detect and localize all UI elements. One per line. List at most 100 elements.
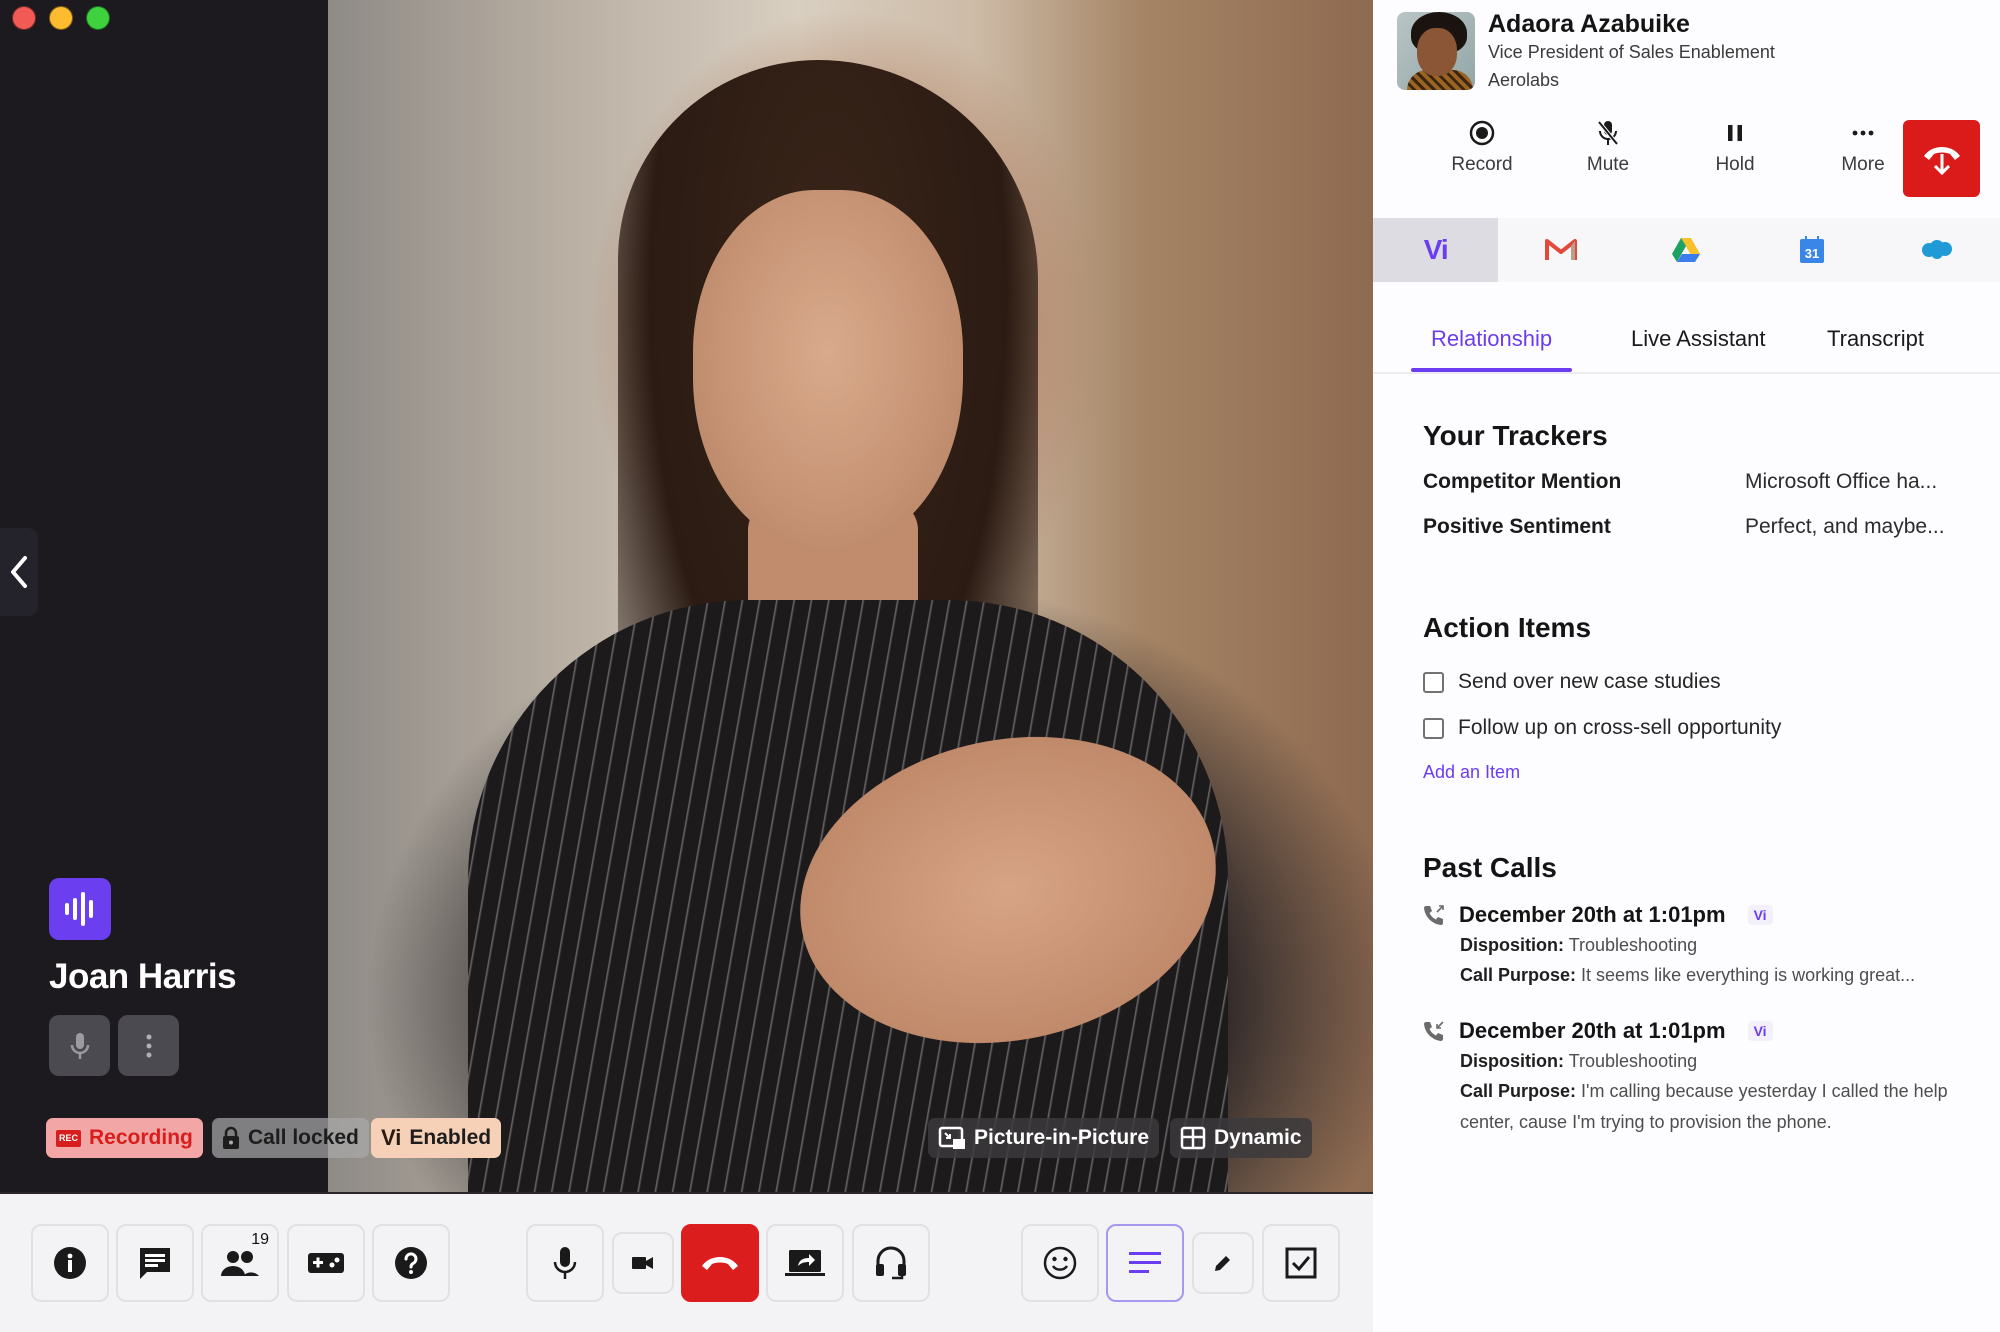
action-item: Send over new case studies xyxy=(1423,670,1721,694)
svg-text:31: 31 xyxy=(1805,246,1819,261)
microphone-icon xyxy=(70,1032,89,1059)
tab-live-assistant[interactable]: Live Assistant xyxy=(1631,326,1766,370)
vi-enabled-label: Enabled xyxy=(409,1126,492,1149)
info-button[interactable] xyxy=(31,1224,109,1302)
contact-company: Aerolabs xyxy=(1488,70,1560,90)
help-button[interactable] xyxy=(372,1224,450,1302)
action-item-checkbox[interactable] xyxy=(1423,717,1444,739)
call-toolbar: 19 xyxy=(0,1192,1373,1332)
participants-count: 19 xyxy=(251,1231,269,1248)
google-drive-icon xyxy=(1672,238,1701,262)
more-label: More xyxy=(1841,154,1885,175)
hang-up-transfer-icon xyxy=(1923,146,1960,175)
vi-logo-icon: Vi xyxy=(381,1125,402,1150)
share-screen-button[interactable] xyxy=(766,1224,844,1302)
notes-icon xyxy=(1129,1252,1161,1273)
contact-title: Vice President of Sales Enablement xyxy=(1488,42,1775,62)
recording-label: Recording xyxy=(89,1126,193,1149)
integration-salesforce[interactable] xyxy=(1875,218,2000,282)
info-icon xyxy=(54,1247,86,1279)
hold-button[interactable]: Hold xyxy=(1685,120,1785,176)
gmail-icon xyxy=(1545,239,1578,260)
dynamic-layout-label: Dynamic xyxy=(1214,1126,1302,1149)
contact-avatar xyxy=(1397,12,1475,90)
vi-tag: Vi xyxy=(1747,905,1773,925)
tracker-value: Microsoft Office ha... xyxy=(1745,470,1938,493)
microphone-button[interactable] xyxy=(526,1224,604,1302)
action-item-checkbox[interactable] xyxy=(1423,671,1444,693)
close-window-button[interactable] xyxy=(12,6,36,30)
headset-button[interactable] xyxy=(852,1224,930,1302)
past-call-date: December 20th at 1:01pm xyxy=(1459,902,1726,927)
tracker-value: Perfect, and maybe... xyxy=(1745,515,1945,538)
collapse-panel-button[interactable] xyxy=(0,528,38,616)
maximize-window-button[interactable] xyxy=(86,6,110,30)
vi-enabled-tag: Vi Enabled xyxy=(371,1118,502,1158)
action-item-label: Follow up on cross-sell opportunity xyxy=(1458,716,1782,739)
vi-tag: Vi xyxy=(1747,1021,1773,1041)
picture-in-picture-button[interactable]: Picture-in-Picture xyxy=(928,1118,1160,1158)
more-button[interactable]: More xyxy=(1813,120,1913,176)
minimize-window-button[interactable] xyxy=(49,6,73,30)
rec-icon: REC xyxy=(56,1129,82,1147)
notes-button[interactable] xyxy=(1106,1224,1184,1302)
integration-vi[interactable]: Vi xyxy=(1373,218,1499,282)
record-button[interactable]: Record xyxy=(1432,120,1532,176)
audio-wave-icon xyxy=(65,892,93,926)
past-call-disposition: Disposition: Troubleshooting xyxy=(1460,1051,1698,1071)
camera-button[interactable] xyxy=(612,1232,674,1294)
end-call-button[interactable] xyxy=(681,1224,759,1302)
speaker-controls xyxy=(49,1015,179,1076)
picture-in-picture-label: Picture-in-Picture xyxy=(974,1126,1150,1149)
salesforce-icon xyxy=(1922,240,1953,259)
past-call-item[interactable]: December 20th at 1:01pm Vi Disposition: … xyxy=(1423,902,1983,991)
grid-layout-icon xyxy=(1180,1126,1206,1150)
annotate-button[interactable] xyxy=(1192,1232,1254,1294)
speaker-audio-badge xyxy=(49,878,111,940)
outgoing-call-icon xyxy=(1424,905,1444,925)
vi-logo-icon: Vi xyxy=(1423,234,1449,265)
lock-icon xyxy=(223,1126,239,1149)
microphone-icon xyxy=(553,1247,577,1279)
incoming-call-icon xyxy=(1424,1021,1444,1041)
smiley-icon xyxy=(1043,1246,1077,1280)
tab-relationship[interactable]: Relationship xyxy=(1410,326,1573,372)
hang-up-icon xyxy=(702,1257,738,1270)
chevron-left-icon xyxy=(11,556,27,588)
integration-google-calendar[interactable]: 31 xyxy=(1749,218,1874,282)
speaker-more-button[interactable] xyxy=(118,1015,179,1076)
reactions-button[interactable] xyxy=(1021,1224,1099,1302)
integration-gmail[interactable] xyxy=(1498,218,1623,282)
past-call-purpose: Call Purpose: It seems like everything i… xyxy=(1460,965,1916,985)
dynamic-layout-button[interactable]: Dynamic xyxy=(1170,1118,1312,1158)
integrations-bar: Vi 31 xyxy=(1373,218,2000,282)
action-item: Follow up on cross-sell opportunity xyxy=(1423,716,1781,740)
pencil-icon xyxy=(1215,1256,1230,1271)
mute-button[interactable]: Mute xyxy=(1558,120,1658,176)
chat-button[interactable] xyxy=(116,1224,194,1302)
hold-label: Hold xyxy=(1715,154,1755,175)
calendar-icon: 31 xyxy=(1799,236,1824,263)
speaker-mic-button[interactable] xyxy=(49,1015,110,1076)
tracker-name: Competitor Mention xyxy=(1423,470,1622,493)
apps-button[interactable] xyxy=(287,1224,365,1302)
transfer-hangup-button[interactable] xyxy=(1903,120,1980,197)
gamepad-icon xyxy=(308,1253,344,1273)
video-camera-icon xyxy=(632,1257,653,1269)
speaker-name: Joan Harris xyxy=(49,957,237,996)
participants-button[interactable]: 19 xyxy=(201,1224,279,1302)
tasks-button[interactable] xyxy=(1262,1224,1340,1302)
tab-transcript[interactable]: Transcript xyxy=(1827,326,1924,370)
detail-tabs: Relationship Live Assistant Transcript xyxy=(1373,310,2000,374)
call-locked-label: Call locked xyxy=(248,1126,359,1149)
integration-google-drive[interactable] xyxy=(1624,218,1749,282)
past-calls-title: Past Calls xyxy=(1423,852,1557,883)
tracker-name: Positive Sentiment xyxy=(1423,515,1611,538)
pause-icon xyxy=(1728,125,1742,141)
past-call-item[interactable]: December 20th at 1:01pm Vi Disposition: … xyxy=(1423,1018,1983,1138)
past-call-date: December 20th at 1:01pm xyxy=(1459,1018,1726,1043)
record-icon xyxy=(1469,120,1495,146)
add-action-item-link[interactable]: Add an Item xyxy=(1423,762,1520,783)
trackers-title: Your Trackers xyxy=(1423,420,1608,451)
past-call-purpose: Call Purpose: I'm calling because yester… xyxy=(1460,1081,1948,1132)
